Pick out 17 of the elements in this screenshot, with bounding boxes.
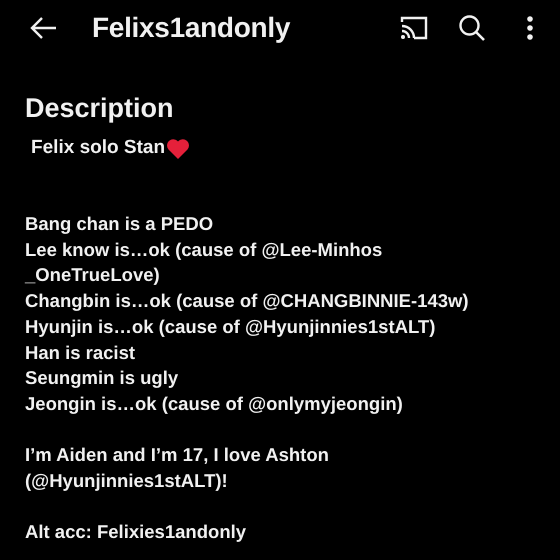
channel-title: Felixs1andonly [92, 12, 292, 44]
description-line: I’m Aiden and I’m 17, I love Ashton (@Hyunjinnies1stALT)! [25, 443, 330, 494]
back-arrow-icon [30, 16, 58, 40]
description-line: Lee know is…ok (cause of @Lee-Minhos _OneTrueLove) [25, 238, 384, 288]
tagline: Felix solo Stan [31, 137, 166, 159]
description-line: Jeongin is…ok (cause of @onlymyjeongin) [25, 392, 404, 416]
search-icon [458, 14, 486, 42]
heart-icon [166, 138, 190, 158]
description-line: Seungmin is ugly [25, 366, 180, 390]
description-line: Hyunjin is…ok (cause of @Hyunjinnies1stALT) [25, 314, 436, 339]
description-line: Alt acc: Felixies1andonly [25, 520, 248, 544]
description-line: Han is racist [25, 340, 136, 365]
cast-icon [399, 15, 429, 41]
description-line: Bang chan is a PEDO [25, 212, 214, 236]
more-dots-icon [526, 15, 534, 41]
description-line: Changbin is…ok (cause of @CHANGBINNIE-143w) [25, 289, 470, 314]
section-heading: Description [25, 92, 175, 124]
